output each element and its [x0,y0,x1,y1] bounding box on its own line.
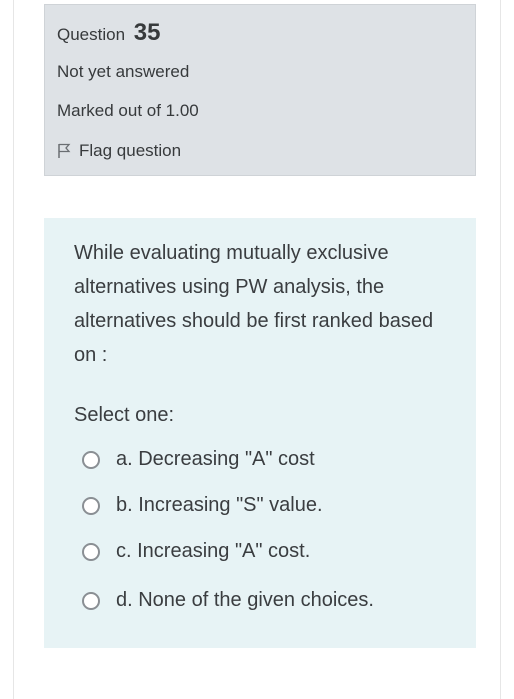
flag-question-label: Flag question [79,141,182,160]
radio-unchecked-icon[interactable] [82,542,100,561]
flag-icon [57,143,71,159]
answer-label-b: b. Increasing "S" value. [116,494,323,516]
question-number: 35 [133,19,161,46]
answer-option-b[interactable]: b. Increasing "S" value. [82,494,323,517]
flag-question-link[interactable]: Flag question [57,141,181,161]
answer-label-a: a. Decreasing "A" cost [116,448,315,470]
answer-label-c: c. Increasing "A" cost. [116,540,311,562]
answer-label-d: d. None of the given choices. [116,589,374,611]
answer-option-d[interactable]: d. None of the given choices. [82,589,374,612]
question-info-panel: Question 35 Not yet answered Marked out … [44,4,476,176]
question-grade: Marked out of 1.00 [57,101,199,120]
radio-unchecked-icon[interactable] [82,496,100,515]
radio-unchecked-icon[interactable] [82,450,100,469]
answer-option-a[interactable]: a. Decreasing "A" cost [82,448,315,471]
answer-option-c[interactable]: c. Increasing "A" cost. [82,540,310,563]
question-label: Question [57,25,126,44]
question-state: Not yet answered [57,62,190,81]
radio-unchecked-icon[interactable] [82,591,100,610]
question-text: While evaluating mutually exclusive alte… [74,242,434,366]
question-content-panel: While evaluating mutually exclusive alte… [44,218,476,648]
select-one-prompt: Select one: [74,404,175,426]
question-heading: Question 35 [57,19,160,47]
